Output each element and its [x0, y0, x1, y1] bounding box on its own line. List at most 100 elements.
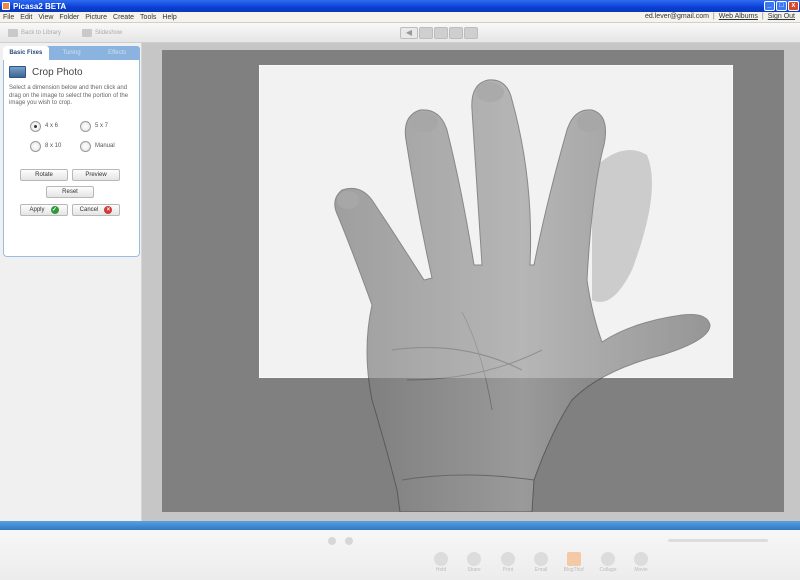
view-timeline-icon[interactable] — [464, 27, 478, 39]
play-icon — [82, 28, 92, 37]
photo-work-area — [142, 43, 800, 521]
cancel-x-icon: × — [104, 206, 113, 214]
sign-out-link[interactable]: Sign Out — [768, 13, 795, 20]
menu-help[interactable]: Help — [162, 14, 176, 21]
reset-button[interactable]: Reset — [46, 186, 94, 198]
option-manual-label: Manual — [95, 143, 115, 149]
hold-icon — [434, 552, 448, 566]
back-to-library-label: Back to Library — [21, 29, 62, 36]
tab-basic-fixes[interactable]: Basic Fixes — [3, 46, 49, 60]
tab-effects[interactable]: Effects — [94, 46, 140, 60]
tab-tuning[interactable]: Tuning — [49, 46, 95, 60]
crop-size-options: 4 x 6 5 x 7 8 x 10 Manual — [30, 116, 130, 156]
option-4x6-label: 4 x 6 — [45, 123, 59, 129]
crop-tool-box: Crop Photo Select a dimension below and … — [3, 60, 140, 257]
option-4x6[interactable]: 4 x 6 — [30, 120, 76, 132]
menu-file[interactable]: File — [3, 14, 14, 21]
tray-blogthis[interactable]: BlogThis! — [563, 552, 585, 573]
tray-email-label: Email — [534, 567, 548, 573]
collage-icon — [601, 552, 615, 566]
tray-movie[interactable]: Movie — [630, 552, 652, 573]
rotate-right-icon[interactable] — [345, 537, 353, 545]
menu-folder[interactable]: Folder — [59, 14, 79, 21]
slideshow-button[interactable]: Slideshow — [82, 27, 122, 38]
tray-print[interactable]: Print — [497, 552, 519, 573]
email-icon — [534, 552, 548, 566]
title-bar: Picasa2 BETA _ □ x — [0, 0, 800, 12]
apply-button[interactable]: Apply ✓ — [20, 204, 68, 216]
cancel-label: Cancel — [79, 207, 99, 213]
option-manual[interactable]: Manual — [80, 140, 126, 152]
menu-edit[interactable]: Edit — [20, 14, 32, 21]
tray-blogthis-label: BlogThis! — [563, 567, 585, 573]
radio-5x7[interactable] — [80, 120, 91, 132]
photo-tray: Hold Share Print Email BlogThis! Collage… — [0, 530, 800, 580]
tray-share[interactable]: Share — [463, 552, 485, 573]
tray-print-label: Print — [502, 567, 514, 573]
checkmark-icon: ✓ — [50, 206, 59, 214]
movie-icon — [634, 552, 648, 566]
tray-movie-label: Movie — [634, 567, 648, 573]
preview-label: Preview — [85, 172, 107, 178]
view-back-icon[interactable]: ◀ — [400, 27, 418, 39]
minimize-button[interactable]: _ — [764, 1, 775, 11]
view-grid-icon[interactable] — [434, 27, 448, 39]
menu-picture[interactable]: Picture — [85, 14, 107, 21]
picasa-app-icon — [2, 2, 10, 10]
option-8x10[interactable]: 8 x 10 — [30, 140, 76, 152]
maximize-button[interactable]: □ — [776, 1, 787, 11]
view-single-icon[interactable] — [419, 27, 433, 39]
edit-tabs: Basic Fixes Tuning Effects — [3, 46, 140, 60]
edit-panel: Basic Fixes Tuning Effects Crop Photo Se… — [0, 43, 142, 521]
preview-button[interactable]: Preview — [72, 169, 120, 181]
radio-4x6[interactable] — [30, 120, 41, 132]
radio-8x10[interactable] — [30, 140, 41, 152]
crop-title: Crop Photo — [32, 66, 83, 78]
slideshow-label: Slideshow — [95, 29, 123, 36]
toolbar: Back to Library Slideshow ◀ — [0, 23, 800, 43]
separator: | — [712, 13, 715, 20]
separator: | — [761, 13, 764, 20]
menu-tools[interactable]: Tools — [140, 14, 156, 21]
option-8x10-label: 8 x 10 — [45, 143, 62, 149]
crop-instructions: Select a dimension below and then click … — [9, 85, 129, 106]
print-icon — [501, 552, 515, 566]
window-controls: _ □ x — [764, 1, 799, 11]
menu-view[interactable]: View — [38, 14, 53, 21]
cancel-button[interactable]: Cancel × — [72, 204, 120, 216]
reset-label: Reset — [62, 189, 78, 195]
tray-share-label: Share — [467, 567, 481, 573]
film-strip[interactable] — [0, 521, 800, 530]
crop-header: Crop Photo — [9, 66, 83, 78]
back-to-library-button[interactable]: Back to Library — [8, 27, 61, 38]
hand-photo — [259, 65, 733, 512]
close-button[interactable]: x — [788, 1, 799, 11]
tray-collage[interactable]: Collage — [597, 552, 619, 573]
crop-highlight — [259, 65, 733, 378]
zoom-slider[interactable] — [668, 539, 768, 542]
window-title: Picasa2 BETA — [13, 1, 67, 11]
menu-bar: File Edit View Folder Picture Create Too… — [0, 12, 800, 23]
share-icon — [467, 552, 481, 566]
crop-photo-icon — [9, 66, 26, 78]
view-switcher: ◀ — [400, 27, 478, 39]
back-arrow-icon — [8, 28, 18, 37]
blogger-icon — [567, 552, 581, 566]
account-email: ed.lever@gmail.com — [645, 13, 709, 20]
radio-manual[interactable] — [80, 140, 91, 152]
option-5x7[interactable]: 5 x 7 — [80, 120, 126, 132]
rotate-button[interactable]: Rotate — [20, 169, 68, 181]
menu-create[interactable]: Create — [113, 14, 134, 21]
option-5x7-label: 5 x 7 — [95, 123, 109, 129]
account-links: ed.lever@gmail.com | Web Albums | Sign O… — [645, 13, 795, 20]
tray-collage-label: Collage — [599, 567, 617, 573]
photo-canvas[interactable] — [162, 50, 784, 512]
rotate-label: Rotate — [35, 172, 53, 178]
tray-hold[interactable]: Hold — [430, 552, 452, 573]
tray-email[interactable]: Email — [530, 552, 552, 573]
tray-hold-label: Hold — [435, 567, 447, 573]
view-list-icon[interactable] — [449, 27, 463, 39]
rotate-left-icon[interactable] — [328, 537, 336, 545]
apply-label: Apply — [29, 207, 45, 213]
web-albums-link[interactable]: Web Albums — [719, 13, 758, 20]
